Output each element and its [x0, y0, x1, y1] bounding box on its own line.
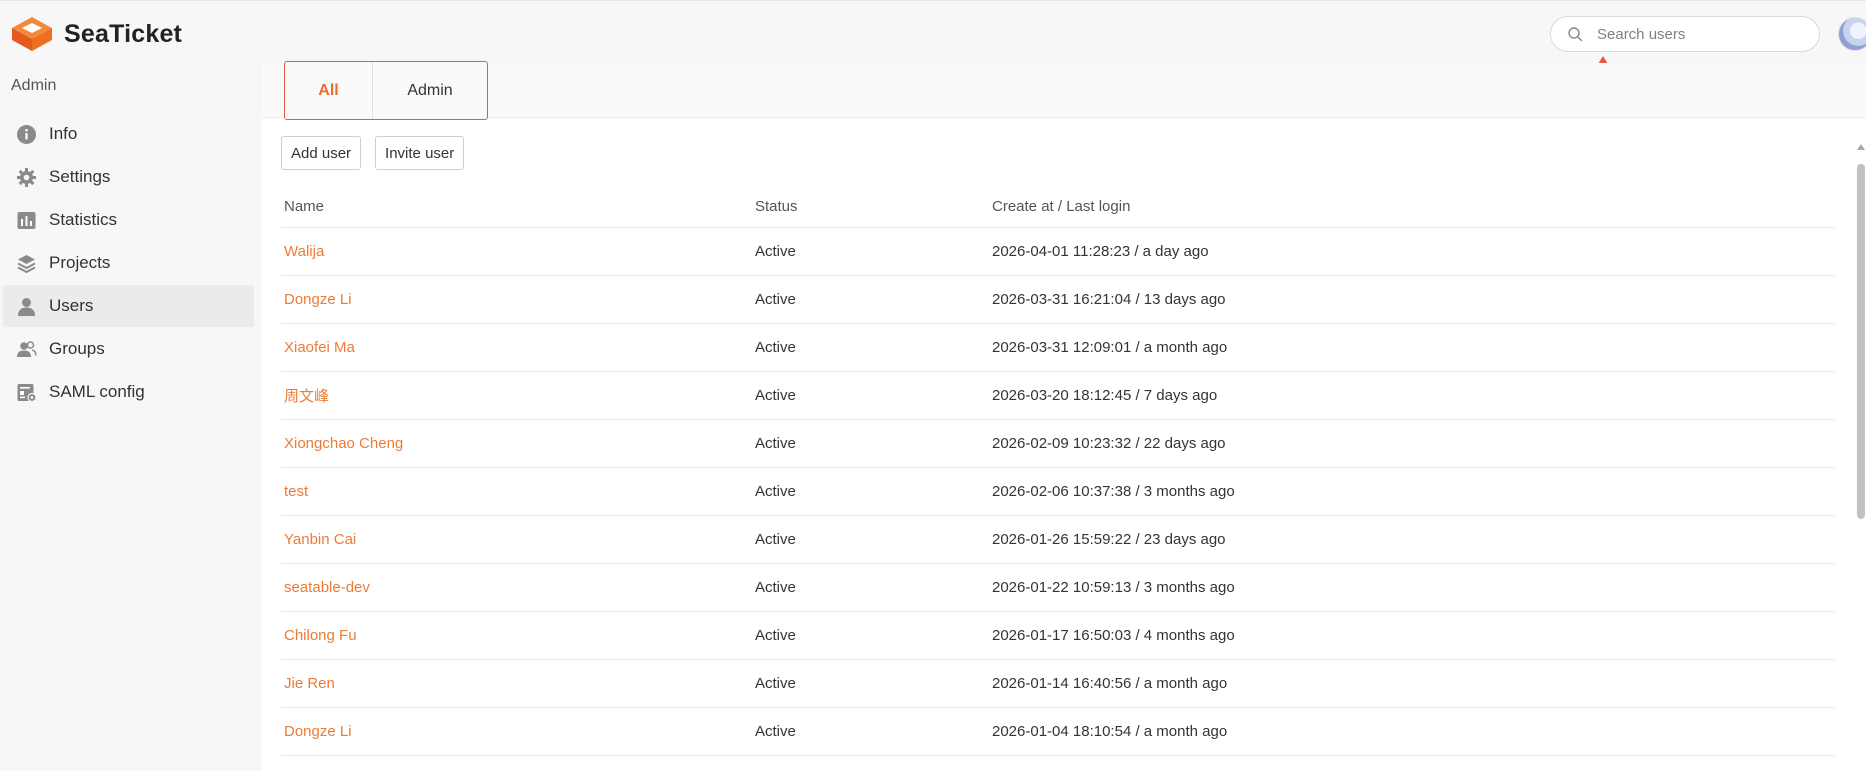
user-status: Active: [755, 243, 796, 260]
user-status: Active: [755, 339, 796, 356]
sidebar-item-label: SAML config: [49, 382, 145, 401]
search-icon: [1568, 27, 1583, 42]
layers-icon: [16, 253, 37, 274]
app-name: SeaTicket: [64, 19, 183, 48]
user-status: Active: [755, 435, 796, 452]
user-name-link[interactable]: Yanbin Cai: [281, 531, 755, 548]
user-status: Active: [755, 675, 796, 692]
user-status: Active: [755, 291, 796, 308]
user-dates: 2026-01-26 15:59:22 / 23 days ago: [992, 531, 1226, 548]
tab-all[interactable]: All: [285, 62, 373, 119]
user-status: Active: [755, 483, 796, 500]
table-row: Yanbin Cai Active 2026-01-26 15:59:22 / …: [281, 516, 1834, 564]
saml-icon: [16, 382, 37, 403]
user-avatar[interactable]: [1838, 17, 1866, 51]
table-row: Walija Active 2026-04-01 11:28:23 / a da…: [281, 228, 1834, 276]
group-icon: [16, 339, 37, 360]
info-icon: [16, 124, 37, 145]
user-icon: [16, 296, 37, 317]
table-row: Jie Ren Active 2026-01-14 16:40:56 / a m…: [281, 660, 1834, 708]
user-status: Active: [755, 723, 796, 740]
user-status: Active: [755, 387, 796, 404]
sidebar-item-label: Info: [49, 124, 78, 143]
invite-user-button[interactable]: Invite user: [375, 136, 465, 170]
sidebar-item-saml-config[interactable]: SAML config: [3, 371, 254, 413]
table-row: Dongze Li Active 2026-03-31 16:21:04 / 1…: [281, 276, 1834, 324]
user-status: Active: [755, 627, 796, 644]
sidebar-item-projects[interactable]: Projects: [3, 242, 254, 284]
main-content: All Admin Add user Invite user Name Stat…: [262, 61, 1866, 771]
scrollbar-thumb[interactable]: [1857, 164, 1865, 519]
tab-admin[interactable]: Admin: [373, 62, 487, 119]
table-row: Dongze Li Active 2026-01-04 18:10:54 / a…: [281, 708, 1834, 756]
user-name-link[interactable]: Dongze Li: [281, 723, 755, 740]
user-dates: 2026-02-09 10:23:32 / 22 days ago: [992, 435, 1226, 452]
search-input[interactable]: [1597, 25, 1797, 43]
add-user-button[interactable]: Add user: [281, 136, 362, 170]
vertical-scrollbar[interactable]: [1856, 140, 1866, 771]
tab-bar: All Admin: [262, 61, 1866, 120]
table-header: Name Status Create at / Last login: [281, 186, 1834, 228]
seaticket-logo-icon: [12, 17, 52, 51]
sidebar-item-label: Statistics: [49, 210, 118, 229]
user-dates: 2026-01-04 18:10:54 / a month ago: [992, 723, 1228, 740]
column-header-status: Status: [755, 198, 798, 215]
user-dates: 2026-03-31 16:21:04 / 13 days ago: [992, 291, 1226, 308]
user-name-link[interactable]: Chilong Fu: [281, 627, 755, 644]
table-row: seatable-dev Active 2026-01-22 10:59:13 …: [281, 564, 1834, 612]
sidebar: Admin Info Settings Statistics Projects: [0, 63, 262, 771]
user-name-link[interactable]: Xiaofei Ma: [281, 339, 755, 356]
table-row: 周文峰 Active 2026-03-20 18:12:45 / 7 days …: [281, 372, 1834, 420]
user-dates: 2026-04-01 11:28:23 / a day ago: [992, 243, 1209, 260]
sidebar-item-label: Groups: [49, 339, 105, 358]
search-box[interactable]: [1550, 16, 1820, 52]
sidebar-item-info[interactable]: Info: [3, 113, 254, 155]
user-name-link[interactable]: Walija: [281, 243, 755, 260]
sidebar-heading: Admin: [11, 77, 57, 94]
table-row: Xiongchao Cheng Active 2026-02-09 10:23:…: [281, 420, 1834, 468]
sidebar-item-groups[interactable]: Groups: [3, 328, 254, 370]
sidebar-nav: Info Settings Statistics Projects Users: [3, 113, 254, 414]
user-dates: 2026-01-14 16:40:56 / a month ago: [992, 675, 1228, 692]
sidebar-item-settings[interactable]: Settings: [3, 156, 254, 198]
scroll-up-arrow-icon[interactable]: [1857, 144, 1865, 150]
user-name-link[interactable]: Jie Ren: [281, 675, 755, 692]
sidebar-item-users[interactable]: Users: [3, 285, 254, 327]
user-status: Active: [755, 531, 796, 548]
user-status: Active: [755, 579, 796, 596]
table-row: test Active 2026-02-06 10:37:38 / 3 mont…: [281, 468, 1834, 516]
user-name-link[interactable]: 周文峰: [281, 385, 755, 406]
sidebar-item-label: Users: [49, 296, 94, 315]
sidebar-item-statistics[interactable]: Statistics: [3, 199, 254, 241]
user-dates: 2026-01-22 10:59:13 / 3 months ago: [992, 579, 1235, 596]
user-name-link[interactable]: Xiongchao Cheng: [281, 435, 755, 452]
sidebar-item-label: Settings: [49, 167, 111, 186]
user-dates: 2026-02-06 10:37:38 / 3 months ago: [992, 483, 1235, 500]
user-dates: 2026-01-17 16:50:03 / 4 months ago: [992, 627, 1235, 644]
column-header-name: Name: [284, 198, 325, 215]
table-row: Xiaofei Ma Active 2026-03-31 12:09:01 / …: [281, 324, 1834, 372]
user-filter-tabs: All Admin: [284, 61, 488, 120]
bar-chart-icon: [16, 210, 37, 231]
user-name-link[interactable]: test: [281, 483, 755, 500]
user-dates: 2026-03-31 12:09:01 / a month ago: [992, 339, 1228, 356]
users-table: Name Status Create at / Last login Walij…: [281, 186, 1834, 756]
app-logo[interactable]: SeaTicket: [10, 15, 182, 53]
gear-icon: [16, 167, 37, 188]
user-name-link[interactable]: seatable-dev: [281, 579, 755, 596]
table-row: Chilong Fu Active 2026-01-17 16:50:03 / …: [281, 612, 1834, 660]
user-dates: 2026-03-20 18:12:45 / 7 days ago: [992, 387, 1218, 404]
sidebar-item-label: Projects: [49, 253, 111, 272]
top-header: SeaTicket: [0, 0, 1866, 74]
column-header-dates: Create at / Last login: [992, 198, 1131, 215]
user-name-link[interactable]: Dongze Li: [281, 291, 755, 308]
toolbar: Add user Invite user: [281, 136, 465, 170]
